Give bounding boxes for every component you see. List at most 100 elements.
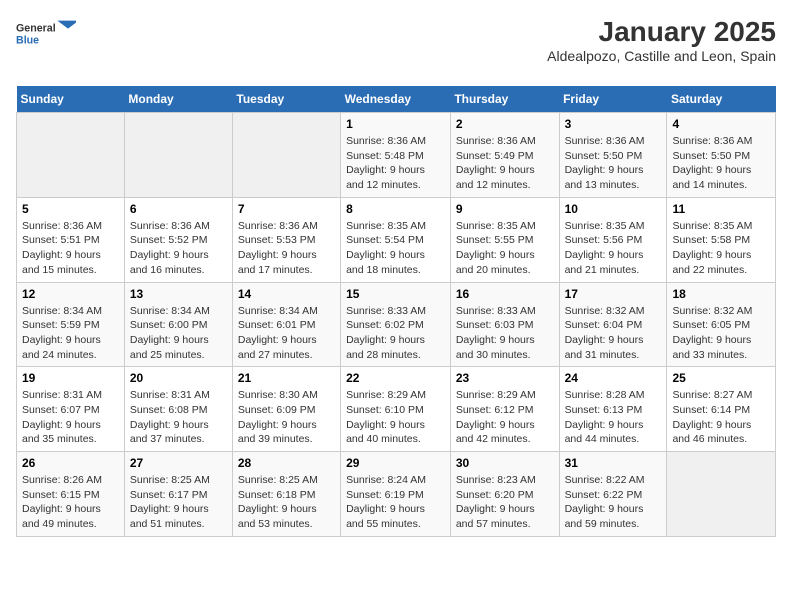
day-number: 27 <box>130 456 227 470</box>
calendar-cell: 20 Sunrise: 8:31 AM Sunset: 6:08 PM Dayl… <box>124 367 232 452</box>
daylight-text: Daylight: 9 hours and 15 minutes. <box>22 249 101 276</box>
calendar-week-row: 1 Sunrise: 8:36 AM Sunset: 5:48 PM Dayli… <box>17 113 776 198</box>
sunset-text: Sunset: 6:15 PM <box>22 489 100 501</box>
day-info: Sunrise: 8:26 AM Sunset: 6:15 PM Dayligh… <box>22 473 119 532</box>
day-number: 11 <box>672 202 770 216</box>
sunrise-text: Sunrise: 8:32 AM <box>672 305 752 317</box>
title-block: January 2025 Aldealpozo, Castille and Le… <box>547 16 776 64</box>
sunrise-text: Sunrise: 8:25 AM <box>238 474 318 486</box>
day-info: Sunrise: 8:32 AM Sunset: 6:05 PM Dayligh… <box>672 304 770 363</box>
sunrise-text: Sunrise: 8:22 AM <box>565 474 645 486</box>
daylight-text: Daylight: 9 hours and 49 minutes. <box>22 503 101 530</box>
calendar-cell: 30 Sunrise: 8:23 AM Sunset: 6:20 PM Dayl… <box>450 452 559 537</box>
day-info: Sunrise: 8:32 AM Sunset: 6:04 PM Dayligh… <box>565 304 662 363</box>
daylight-text: Daylight: 9 hours and 17 minutes. <box>238 249 317 276</box>
daylight-text: Daylight: 9 hours and 28 minutes. <box>346 334 425 361</box>
sunrise-text: Sunrise: 8:35 AM <box>672 220 752 232</box>
day-number: 8 <box>346 202 445 216</box>
day-info: Sunrise: 8:35 AM Sunset: 5:58 PM Dayligh… <box>672 219 770 278</box>
calendar-cell: 28 Sunrise: 8:25 AM Sunset: 6:18 PM Dayl… <box>232 452 340 537</box>
day-number: 21 <box>238 371 335 385</box>
sunset-text: Sunset: 6:12 PM <box>456 404 534 416</box>
sunset-text: Sunset: 6:10 PM <box>346 404 424 416</box>
calendar-header-monday: Monday <box>124 86 232 113</box>
daylight-text: Daylight: 9 hours and 12 minutes. <box>346 164 425 191</box>
sunrise-text: Sunrise: 8:23 AM <box>456 474 536 486</box>
sunrise-text: Sunrise: 8:36 AM <box>346 135 426 147</box>
daylight-text: Daylight: 9 hours and 13 minutes. <box>565 164 644 191</box>
calendar-header-tuesday: Tuesday <box>232 86 340 113</box>
sunset-text: Sunset: 5:53 PM <box>238 234 316 246</box>
day-info: Sunrise: 8:36 AM Sunset: 5:48 PM Dayligh… <box>346 134 445 193</box>
daylight-text: Daylight: 9 hours and 27 minutes. <box>238 334 317 361</box>
day-number: 22 <box>346 371 445 385</box>
calendar-header-friday: Friday <box>559 86 667 113</box>
sunset-text: Sunset: 6:08 PM <box>130 404 208 416</box>
calendar-cell: 7 Sunrise: 8:36 AM Sunset: 5:53 PM Dayli… <box>232 197 340 282</box>
day-info: Sunrise: 8:24 AM Sunset: 6:19 PM Dayligh… <box>346 473 445 532</box>
calendar-cell <box>17 113 125 198</box>
day-number: 15 <box>346 287 445 301</box>
svg-text:Blue: Blue <box>16 34 39 46</box>
sunrise-text: Sunrise: 8:36 AM <box>238 220 318 232</box>
sunrise-text: Sunrise: 8:29 AM <box>456 389 536 401</box>
day-number: 12 <box>22 287 119 301</box>
daylight-text: Daylight: 9 hours and 12 minutes. <box>456 164 535 191</box>
daylight-text: Daylight: 9 hours and 30 minutes. <box>456 334 535 361</box>
daylight-text: Daylight: 9 hours and 44 minutes. <box>565 419 644 446</box>
daylight-text: Daylight: 9 hours and 37 minutes. <box>130 419 209 446</box>
day-number: 28 <box>238 456 335 470</box>
calendar-week-row: 5 Sunrise: 8:36 AM Sunset: 5:51 PM Dayli… <box>17 197 776 282</box>
calendar-cell: 31 Sunrise: 8:22 AM Sunset: 6:22 PM Dayl… <box>559 452 667 537</box>
day-info: Sunrise: 8:35 AM Sunset: 5:56 PM Dayligh… <box>565 219 662 278</box>
day-info: Sunrise: 8:30 AM Sunset: 6:09 PM Dayligh… <box>238 388 335 447</box>
calendar-cell: 29 Sunrise: 8:24 AM Sunset: 6:19 PM Dayl… <box>341 452 451 537</box>
daylight-text: Daylight: 9 hours and 39 minutes. <box>238 419 317 446</box>
daylight-text: Daylight: 9 hours and 20 minutes. <box>456 249 535 276</box>
sunrise-text: Sunrise: 8:36 AM <box>565 135 645 147</box>
daylight-text: Daylight: 9 hours and 59 minutes. <box>565 503 644 530</box>
sunset-text: Sunset: 6:17 PM <box>130 489 208 501</box>
generalblue-logo: General Blue <box>16 16 76 52</box>
day-number: 7 <box>238 202 335 216</box>
sunset-text: Sunset: 6:20 PM <box>456 489 534 501</box>
calendar-header-saturday: Saturday <box>667 86 776 113</box>
sunset-text: Sunset: 5:49 PM <box>456 150 534 162</box>
daylight-text: Daylight: 9 hours and 31 minutes. <box>565 334 644 361</box>
day-info: Sunrise: 8:36 AM Sunset: 5:53 PM Dayligh… <box>238 219 335 278</box>
day-info: Sunrise: 8:25 AM Sunset: 6:17 PM Dayligh… <box>130 473 227 532</box>
sunset-text: Sunset: 6:00 PM <box>130 319 208 331</box>
sunrise-text: Sunrise: 8:33 AM <box>346 305 426 317</box>
day-number: 26 <box>22 456 119 470</box>
sunrise-text: Sunrise: 8:36 AM <box>130 220 210 232</box>
calendar-cell: 17 Sunrise: 8:32 AM Sunset: 6:04 PM Dayl… <box>559 282 667 367</box>
daylight-text: Daylight: 9 hours and 24 minutes. <box>22 334 101 361</box>
sunset-text: Sunset: 6:18 PM <box>238 489 316 501</box>
calendar-week-row: 19 Sunrise: 8:31 AM Sunset: 6:07 PM Dayl… <box>17 367 776 452</box>
day-number: 4 <box>672 117 770 131</box>
daylight-text: Daylight: 9 hours and 14 minutes. <box>672 164 751 191</box>
calendar-cell: 24 Sunrise: 8:28 AM Sunset: 6:13 PM Dayl… <box>559 367 667 452</box>
day-number: 17 <box>565 287 662 301</box>
day-info: Sunrise: 8:36 AM Sunset: 5:50 PM Dayligh… <box>672 134 770 193</box>
sunrise-text: Sunrise: 8:24 AM <box>346 474 426 486</box>
day-info: Sunrise: 8:23 AM Sunset: 6:20 PM Dayligh… <box>456 473 554 532</box>
sunrise-text: Sunrise: 8:36 AM <box>672 135 752 147</box>
day-info: Sunrise: 8:28 AM Sunset: 6:13 PM Dayligh… <box>565 388 662 447</box>
sunrise-text: Sunrise: 8:36 AM <box>22 220 102 232</box>
day-number: 10 <box>565 202 662 216</box>
calendar-header-wednesday: Wednesday <box>341 86 451 113</box>
day-info: Sunrise: 8:34 AM Sunset: 6:01 PM Dayligh… <box>238 304 335 363</box>
sunset-text: Sunset: 5:54 PM <box>346 234 424 246</box>
sunrise-text: Sunrise: 8:30 AM <box>238 389 318 401</box>
calendar-cell: 15 Sunrise: 8:33 AM Sunset: 6:02 PM Dayl… <box>341 282 451 367</box>
calendar-cell: 26 Sunrise: 8:26 AM Sunset: 6:15 PM Dayl… <box>17 452 125 537</box>
daylight-text: Daylight: 9 hours and 46 minutes. <box>672 419 751 446</box>
page-title: January 2025 <box>547 16 776 48</box>
day-number: 19 <box>22 371 119 385</box>
day-info: Sunrise: 8:22 AM Sunset: 6:22 PM Dayligh… <box>565 473 662 532</box>
day-info: Sunrise: 8:27 AM Sunset: 6:14 PM Dayligh… <box>672 388 770 447</box>
calendar-cell: 11 Sunrise: 8:35 AM Sunset: 5:58 PM Dayl… <box>667 197 776 282</box>
sunset-text: Sunset: 6:02 PM <box>346 319 424 331</box>
sunset-text: Sunset: 6:14 PM <box>672 404 750 416</box>
